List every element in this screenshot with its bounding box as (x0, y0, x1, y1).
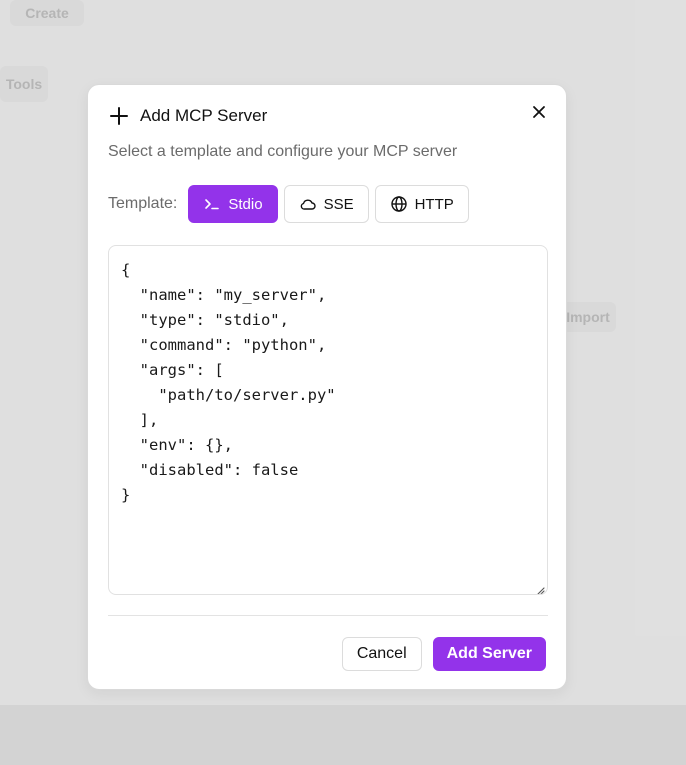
close-icon[interactable] (528, 101, 550, 123)
template-stdio-button[interactable]: Stdio (188, 185, 278, 223)
template-http-label: HTTP (414, 195, 454, 213)
template-label: Template: (108, 195, 178, 212)
cancel-button[interactable]: Cancel (341, 637, 422, 671)
template-sse-button[interactable]: SSE (283, 185, 369, 223)
terminal-icon (203, 195, 221, 213)
template-sse-label: SSE (323, 195, 354, 213)
resize-handle-icon[interactable] (535, 582, 545, 594)
plus-icon (108, 105, 130, 127)
dialog-title: Add MCP Server (140, 106, 268, 125)
template-stdio-label: Stdio (228, 195, 263, 213)
globe-icon (390, 195, 408, 213)
template-http-button[interactable]: HTTP (374, 185, 469, 223)
config-json-text[interactable]: { "name": "my_server", "type": "stdio", … (121, 258, 535, 508)
template-selector: Template: Stdio SSE HTTP (108, 185, 469, 223)
dialog-footer: Cancel Add Server (341, 637, 546, 671)
dialog-header: Add MCP Server (108, 105, 267, 127)
cloud-icon (299, 195, 317, 213)
add-mcp-server-dialog: Add MCP Server Select a template and con… (87, 84, 567, 690)
config-json-editor[interactable]: { "name": "my_server", "type": "stdio", … (108, 245, 548, 595)
footer-divider (108, 615, 548, 616)
add-server-button[interactable]: Add Server (432, 637, 546, 671)
dialog-description: Select a template and configure your MCP… (108, 143, 458, 160)
